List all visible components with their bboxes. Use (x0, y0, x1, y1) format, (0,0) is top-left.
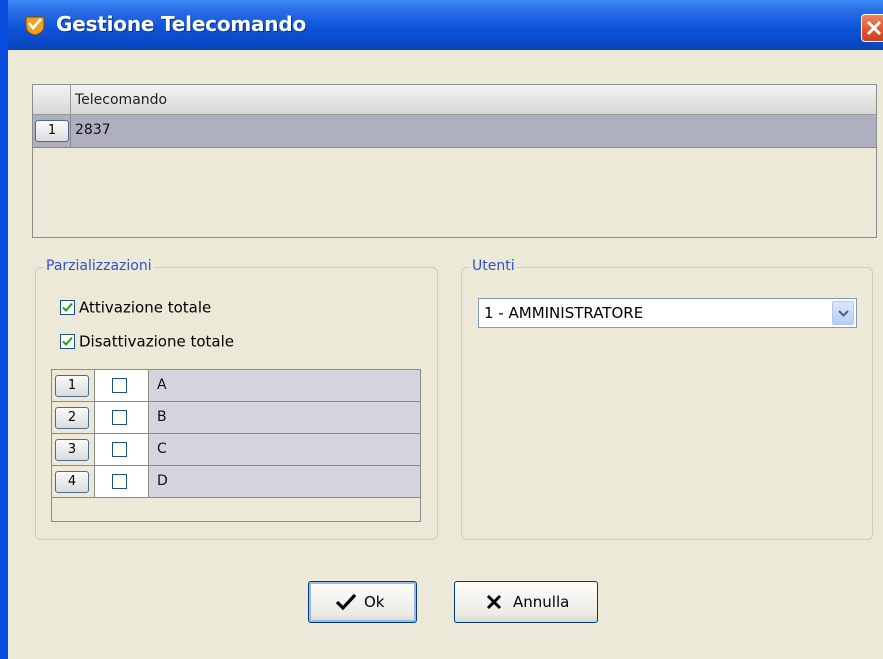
dialog-window: Gestione Telecomando Telecomando 1 2837 … (0, 0, 883, 659)
table-row[interactable]: 3 C (52, 434, 420, 466)
group-label-utenti: Utenti (470, 258, 517, 274)
utenti-select[interactable]: 1 - AMMINISTRATORE (478, 298, 857, 328)
disattivazione-totale-option[interactable]: Disattivazione totale (60, 332, 234, 352)
row-header-button[interactable]: 4 (55, 471, 89, 493)
parzializzazioni-table: 1 A 2 B 3 C 4 D (51, 369, 421, 522)
row-header-button[interactable]: 1 (55, 375, 89, 397)
x-icon (485, 593, 503, 615)
telecomando-table: Telecomando 1 2837 (32, 84, 877, 238)
row-name-cell[interactable]: C (149, 434, 420, 465)
row-checkbox[interactable] (112, 410, 127, 425)
attivazione-totale-label[interactable]: Attivazione totale (79, 299, 211, 317)
disattivazione-totale-label[interactable]: Disattivazione totale (79, 333, 234, 351)
utenti-select-value: 1 - AMMINISTRATORE (484, 304, 644, 322)
table-row[interactable]: 1 2837 (33, 115, 876, 148)
checkmark-icon (335, 593, 357, 615)
row-name-cell[interactable]: D (149, 466, 420, 497)
table-row[interactable]: 2 B (52, 402, 420, 434)
table-header: Telecomando (33, 85, 876, 115)
attivazione-totale-checkbox[interactable] (60, 300, 75, 315)
checkmark-icon (62, 302, 73, 312)
utenti-group: Utenti 1 - AMMINISTRATORE (461, 258, 873, 540)
dropdown-button[interactable] (832, 301, 854, 325)
row-header-button[interactable]: 2 (55, 407, 89, 429)
row-name: B (157, 409, 167, 425)
table-row[interactable]: 4 D (52, 466, 420, 498)
close-icon (866, 20, 882, 36)
row-name: A (157, 377, 167, 393)
row-header-button[interactable]: 3 (55, 439, 89, 461)
cancel-button[interactable]: Annulla (454, 581, 598, 623)
row-name: C (157, 441, 167, 457)
ok-button[interactable]: Ok (308, 581, 417, 623)
column-header-telecomando[interactable]: Telecomando (75, 92, 167, 108)
disattivazione-totale-checkbox[interactable] (60, 334, 75, 349)
group-label-parzializzazioni: Parzializzazioni (44, 258, 154, 274)
row-name-cell[interactable]: B (149, 402, 420, 433)
row-checkbox[interactable] (112, 378, 127, 393)
row-checkbox[interactable] (112, 474, 127, 489)
close-button[interactable] (861, 14, 883, 42)
row-checkbox-cell (94, 434, 149, 465)
table-row[interactable]: 1 A (52, 370, 420, 402)
attivazione-totale-option[interactable]: Attivazione totale (60, 298, 211, 318)
title-bar[interactable]: Gestione Telecomando (8, 0, 883, 50)
checkmark-icon (62, 336, 73, 346)
row-checkbox-cell (94, 402, 149, 433)
row-checkbox-cell (94, 466, 149, 497)
window-title: Gestione Telecomando (56, 12, 307, 36)
app-shield-icon (24, 14, 46, 36)
telecomando-cell[interactable]: 2837 (75, 122, 111, 138)
row-checkbox-cell (94, 370, 149, 401)
cancel-label: Annulla (513, 593, 570, 611)
parzializzazioni-group: Parzializzazioni Attivazione totale Disa… (35, 258, 438, 540)
row-checkbox[interactable] (112, 442, 127, 457)
header-corner (33, 85, 71, 114)
chevron-down-icon (838, 310, 849, 317)
row-name: D (157, 473, 168, 489)
row-name-cell[interactable]: A (149, 370, 420, 401)
ok-label: Ok (364, 593, 385, 611)
column-divider (70, 115, 71, 147)
row-header-button[interactable]: 1 (35, 120, 69, 142)
